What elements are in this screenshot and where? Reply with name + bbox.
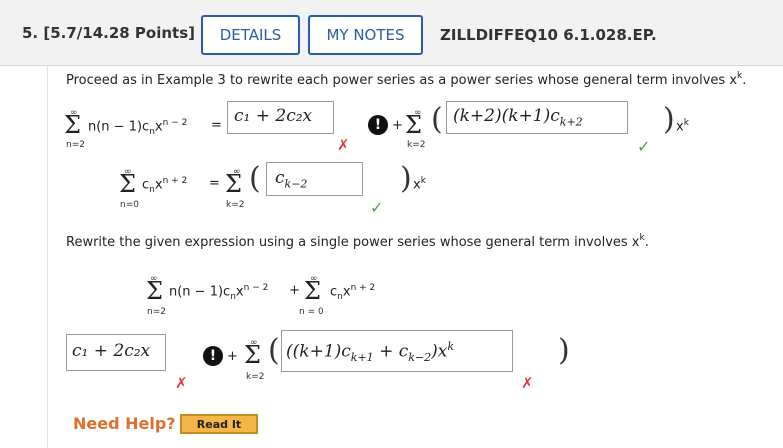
open-paren: ( bbox=[431, 102, 443, 137]
instruction-part2: Rewrite the given expression using a sin… bbox=[66, 233, 649, 250]
eq2-term: cnxn + 2 bbox=[142, 176, 188, 195]
part2-answer2-incorrect-icon: ✗ bbox=[521, 374, 534, 392]
need-help-label: Need Help? bbox=[73, 414, 176, 433]
eq2-sum2-lower: k=2 bbox=[226, 200, 245, 210]
eq2-answer-value: ck−2 bbox=[275, 168, 308, 191]
eq1-plus: + bbox=[392, 118, 403, 133]
eq1-answer1-incorrect-icon: ✗ bbox=[337, 136, 350, 154]
sigma-icon: Σ bbox=[405, 111, 422, 139]
eq1-sum2-lower: k=2 bbox=[407, 140, 426, 150]
eq1-answer2-input[interactable]: (k+2)(k+1)ck+2 bbox=[446, 101, 628, 134]
sigma-icon: Σ bbox=[119, 170, 136, 198]
eq1-answer2-value: (k+2)(k+1)ck+2 bbox=[453, 106, 583, 129]
alert-icon: ! bbox=[203, 346, 223, 366]
sigma-icon: Σ bbox=[304, 277, 321, 305]
eq2-answer-correct-icon: ✓ bbox=[370, 198, 384, 217]
eq2-close-term: xk bbox=[413, 176, 426, 193]
close-paren: ) bbox=[663, 102, 675, 137]
part2-answer1-value: c₁ + 2c₂x bbox=[72, 341, 151, 361]
expr-sum2-lower: n = 0 bbox=[299, 307, 324, 317]
expr-sum1-lower: n=2 bbox=[147, 307, 166, 317]
expr-term2: cnxn + 2 bbox=[330, 283, 376, 302]
sigma-icon: Σ bbox=[225, 170, 242, 198]
eq2-answer-input[interactable]: ck−2 bbox=[266, 162, 363, 196]
eq1-close-term: xk bbox=[676, 118, 689, 135]
part2-answer1-incorrect-icon: ✗ bbox=[175, 374, 188, 392]
eq1-answer2-correct-icon: ✓ bbox=[637, 137, 651, 156]
read-it-button[interactable]: Read It bbox=[180, 414, 258, 434]
open-paren: ( bbox=[268, 333, 280, 368]
eq1-answer1-value: c₁ + 2c₂x bbox=[234, 106, 313, 126]
instruction-part1: Proceed as in Example 3 to rewrite each … bbox=[66, 71, 747, 88]
details-button[interactable]: DETAILS bbox=[201, 15, 300, 55]
eq1-answer1-input[interactable]: c₁ + 2c₂x bbox=[227, 101, 334, 134]
expr-plus: + bbox=[289, 283, 300, 298]
eq2-equals: = bbox=[209, 176, 220, 191]
close-paren: ) bbox=[558, 333, 570, 368]
question-number: 5. [5.7/14.28 Points] bbox=[22, 24, 196, 42]
part2-answer2-input[interactable]: ((k+1)ck+1 + ck−2)xk bbox=[281, 330, 513, 372]
eq1-equals: = bbox=[211, 118, 222, 133]
alert-icon: ! bbox=[368, 115, 388, 135]
eq2-sum-lower: n=0 bbox=[120, 200, 139, 210]
expr-term1: n(n − 1)cnxn − 2 bbox=[169, 283, 269, 302]
part2-sum-lower: k=2 bbox=[246, 372, 265, 382]
eq1-term: n(n − 1)cnxn − 2 bbox=[88, 118, 188, 137]
my-notes-button[interactable]: MY NOTES bbox=[308, 15, 423, 55]
part2-answer1-input[interactable]: c₁ + 2c₂x bbox=[66, 334, 166, 371]
sigma-icon: Σ bbox=[244, 341, 261, 369]
eq1-sum-lower: n=2 bbox=[66, 140, 85, 150]
part2-answer2-value: ((k+1)ck+1 + ck−2)xk bbox=[286, 340, 455, 365]
open-paren: ( bbox=[249, 161, 261, 196]
part2-plus: + bbox=[227, 349, 238, 364]
sigma-icon: Σ bbox=[64, 111, 81, 139]
close-paren: ) bbox=[400, 161, 412, 196]
sigma-icon: Σ bbox=[146, 277, 163, 305]
question-code: ZILLDIFFEQ10 6.1.028.EP. bbox=[440, 26, 657, 44]
